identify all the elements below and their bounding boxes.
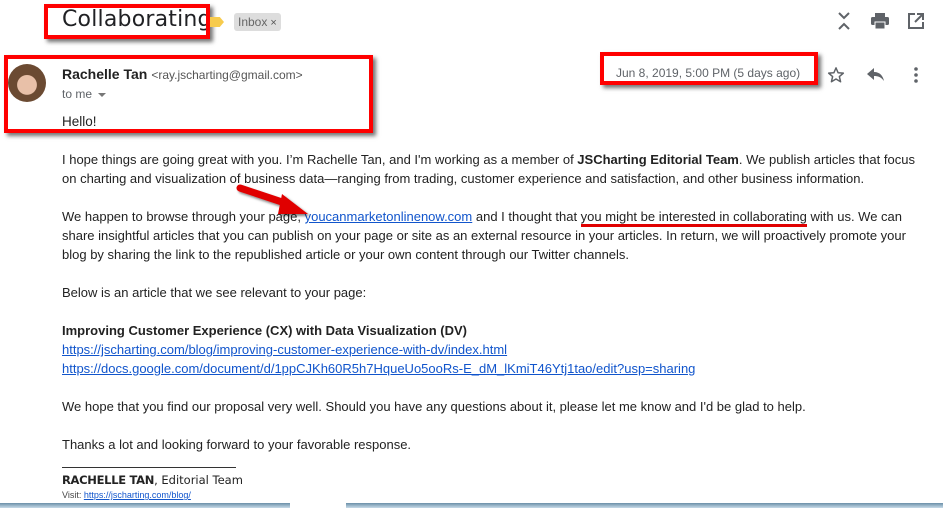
expand-collapse-all-icon [838,12,850,30]
body-paragraph-article-intro: Below is an article that we see relevant… [62,285,367,300]
article-title: Improving Customer Experience (CX) with … [62,321,922,340]
body-text-segment: and I thought that [472,209,581,224]
sender-avatar[interactable] [8,64,46,102]
article-link-row-2: https://docs.google.com/document/d/1ppCJ… [62,359,922,378]
star-icon [827,67,845,83]
article-link-google-doc[interactable]: https://docs.google.com/document/d/1ppCJ… [62,361,695,376]
star-button[interactable] [825,64,847,86]
inbox-label-chip: Inbox × [234,13,281,31]
recipient-label: to me [62,87,93,101]
website-link[interactable]: youcanmarketonlinenow.com [305,209,473,224]
message-header: Rachelle Tan <ray.jscharting@gmail.com> t… [0,52,943,136]
email-subject-title: Collaborating [62,7,212,32]
body-paragraph-intro: I hope things are going great with you. … [62,150,922,188]
signature-divider [62,467,236,468]
print-all-button[interactable] [869,10,891,32]
bottom-edge-segment [290,503,346,508]
subject-row: Collaborating Inbox × [0,0,943,44]
sender-info: Rachelle Tan <ray.jscharting@gmail.com> [62,66,303,82]
sender-name[interactable]: Rachelle Tan [62,66,147,82]
team-name-bold: JSCharting Editorial Team [577,152,739,167]
highlighted-phrase: you might be interested in collaborating [580,209,807,227]
body-text-segment: We happen to browse through your page, [62,209,305,224]
expand-collapse-all-button[interactable] [833,10,855,32]
signature-visit-line: Visit: https://jscharting.com/blog/ [62,490,191,500]
body-text-segment: I hope things are going great with you. … [62,152,578,167]
article-title-text: Improving Customer Experience (CX) with … [62,323,467,338]
more-options-button[interactable] [905,64,927,86]
signature-blog-link[interactable]: https://jscharting.com/blog/ [84,490,191,500]
remove-label-button[interactable]: × [270,17,276,29]
window-bottom-edge [0,503,943,508]
body-paragraph-closing: Thanks a lot and looking forward to your… [62,437,412,452]
signature-visit-label: Visit: [62,490,84,500]
chevron-down-icon [98,92,107,97]
recipient-details-toggle[interactable]: to me [62,87,107,101]
body-paragraph-proposal: We hope that you find our proposal very … [62,399,806,414]
print-icon [871,13,889,29]
more-options-icon [914,67,918,83]
message-date: Jun 8, 2019, 5:00 PM (5 days ago) [616,66,801,80]
signature-name: RACHELLE TAN [62,473,155,487]
body-paragraph-collaboration: We happen to browse through your page, y… [62,207,922,264]
sender-email: <ray.jscharting@gmail.com> [151,68,303,82]
article-link-blog[interactable]: https://jscharting.com/blog/improving-cu… [62,342,507,357]
open-in-new-window-button[interactable] [905,10,927,32]
signature-role: , Editorial Team [154,473,243,487]
reply-button[interactable] [865,64,887,86]
inbox-label-text: Inbox [238,15,268,29]
reply-icon [867,68,884,81]
article-link-row-1: https://jscharting.com/blog/improving-cu… [62,340,922,359]
signature-name-line: RACHELLE TAN, Editorial Team [62,473,243,487]
open-in-new-window-icon [908,13,924,29]
greeting-text: Hello! [62,114,97,129]
importance-marker-icon[interactable] [210,17,224,27]
